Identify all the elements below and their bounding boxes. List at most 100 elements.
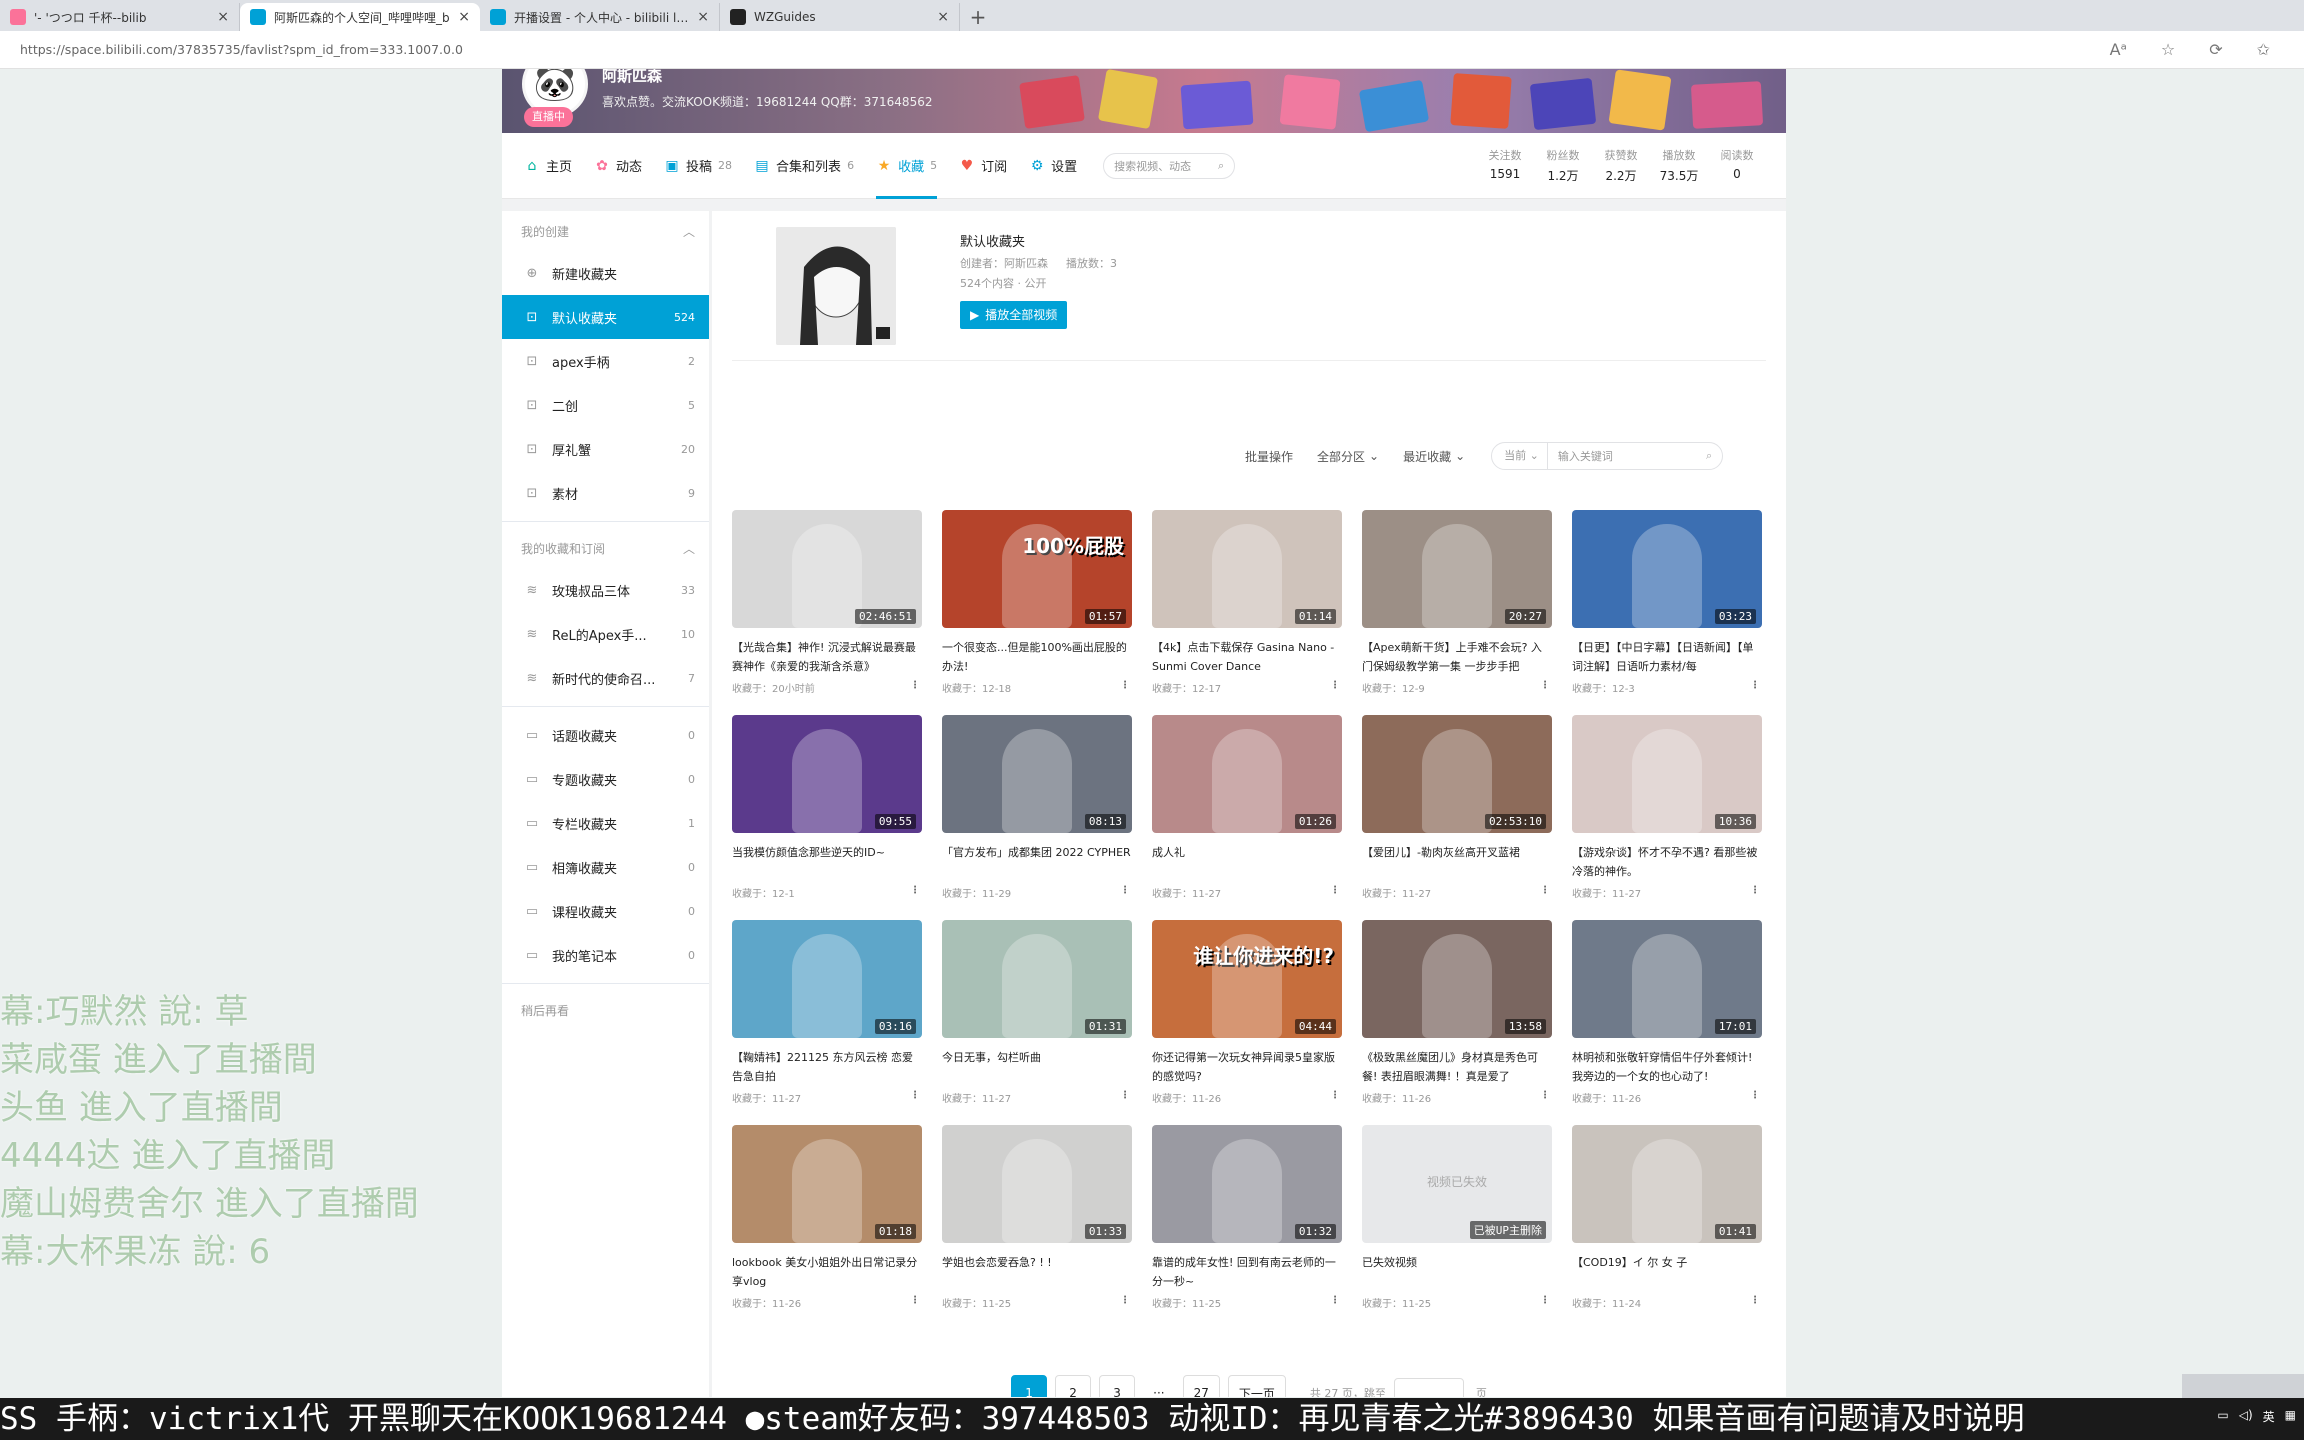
video-title[interactable]: 「官方发布」成都集团 2022 CYPHER [942, 843, 1132, 881]
video-thumbnail[interactable]: 20:27 [1362, 510, 1552, 628]
folder-cover-image[interactable] [776, 227, 896, 345]
video-card[interactable]: 10:36 【游戏杂谈】怀才不孕不遇? 看那些被冷落的神作。 收藏于：11-27 ⋮ [1572, 715, 1762, 915]
video-title[interactable]: 你还记得第一次玩女神异闻录5皇家版的感觉吗? [1152, 1048, 1342, 1086]
video-card[interactable]: 20:27 【Apex萌新干货】上手难不会玩? 入门保姆级教学第一集 一步步手把收… [1362, 510, 1552, 710]
video-title[interactable]: 靠谱的成年女性! 回到有南云老师的一分一秒~ [1152, 1253, 1342, 1291]
scope-select[interactable]: 当前 ⌄ [1492, 442, 1548, 470]
refresh-sync-icon[interactable]: ⟳ [2209, 40, 2222, 59]
video-title[interactable]: 【爱团儿】-勒肉灰丝高开叉蓝裙 [1362, 843, 1552, 881]
video-title[interactable]: 已失效视频 [1362, 1253, 1552, 1291]
video-title[interactable]: 【COD19】イ 尔 女 子 [1572, 1253, 1762, 1291]
more-options-icon[interactable]: ⋮ [1750, 680, 1760, 691]
video-thumbnail[interactable]: 01:26 [1152, 715, 1342, 833]
video-title[interactable]: 今日无事，勾栏听曲 [942, 1048, 1132, 1086]
subscribed-header[interactable]: 我的收藏和订阅 ︿ [502, 528, 709, 568]
sidebar-item[interactable]: ⊡ 二创 5 [502, 383, 709, 427]
more-options-icon[interactable]: ⋮ [1540, 1090, 1550, 1101]
video-card[interactable]: 01:33 学姐也会恋爱吞急? ! ! 收藏于：11-25 ⋮ [942, 1125, 1132, 1325]
new-tab-button[interactable]: + [960, 3, 996, 31]
video-card[interactable]: 08:13 「官方发布」成都集团 2022 CYPHER 收藏于：11-29 ⋮ [942, 715, 1132, 915]
video-thumbnail[interactable]: 01:32 [1152, 1125, 1342, 1243]
close-icon[interactable]: × [697, 9, 709, 25]
sidebar-item[interactable]: ≋ 新时代的使命召... 7 [502, 656, 709, 700]
video-thumbnail[interactable]: 视频已失效 已被UP主删除 [1362, 1125, 1552, 1243]
video-card[interactable]: 01:31 今日无事，勾栏听曲 收藏于：11-27 ⋮ [942, 920, 1132, 1120]
folder-creator[interactable]: 创建者：阿斯匹森 [960, 255, 1048, 271]
more-options-icon[interactable]: ⋮ [910, 885, 920, 896]
video-thumbnail[interactable]: 01:41 [1572, 1125, 1762, 1243]
video-title[interactable]: 【游戏杂谈】怀才不孕不遇? 看那些被冷落的神作。 [1572, 843, 1762, 881]
sidebar-item[interactable]: ▭ 话题收藏夹 0 [502, 713, 709, 757]
sidebar-item[interactable]: ▭ 我的笔记本 0 [502, 933, 709, 977]
video-card[interactable]: 02:46:51 【光哉合集】神作! 沉浸式解说最赛最赛神作《亲爱的我渐含杀意》收… [732, 510, 922, 710]
search-icon[interactable]: ⌕ [1706, 449, 1712, 463]
video-thumbnail[interactable]: 02:46:51 [732, 510, 922, 628]
space-search-input[interactable]: 搜索视频、动态 ⌕ [1103, 152, 1236, 179]
video-card[interactable]: 视频已失效 已被UP主删除 已失效视频 收藏于：11-25 ⋮ [1362, 1125, 1552, 1325]
more-options-icon[interactable]: ⋮ [910, 1090, 920, 1101]
video-card[interactable]: 谁让你进来的!? 04:44 你还记得第一次玩女神异闻录5皇家版的感觉吗? 收藏于：1… [1152, 920, 1342, 1120]
video-card[interactable]: 09:55 当我模仿颜值念那些逆天的ID~ 收藏于：12-1 ⋮ [732, 715, 922, 915]
more-options-icon[interactable]: ⋮ [1750, 1090, 1760, 1101]
video-title[interactable]: 当我模仿颜值念那些逆天的ID~ [732, 843, 922, 881]
page-button[interactable]: 3 [1099, 1375, 1136, 1397]
video-title[interactable]: 林明祯和张敬轩穿情侣牛仔外套倾计! 我旁边的一个女的也心动了! [1572, 1048, 1762, 1086]
tab-dynamic[interactable]: ✿ 动态 [594, 133, 642, 199]
video-thumbnail[interactable]: 谁让你进来的!? 04:44 [1152, 920, 1342, 1038]
url-field[interactable]: https://space.bilibili.com/37835735/favl… [20, 42, 2110, 57]
favorite-star-icon[interactable]: ☆ [2161, 40, 2175, 59]
tab-subscribe[interactable]: ♥ 订阅 [959, 133, 1007, 199]
more-options-icon[interactable]: ⋮ [1330, 1295, 1340, 1306]
browser-tab[interactable]: 开播设置 - 个人中心 - bilibili link × [480, 3, 720, 31]
sidebar-item[interactable]: ▭ 课程收藏夹 0 [502, 889, 709, 933]
zone-select[interactable]: 全部分区 ⌄ [1317, 448, 1379, 465]
more-options-icon[interactable]: ⋮ [1330, 680, 1340, 691]
video-card[interactable]: 17:01 林明祯和张敬轩穿情侣牛仔外套倾计! 我旁边的一个女的也心动了! 收藏于：… [1572, 920, 1762, 1120]
browser-tab[interactable]: WZGuides × [720, 3, 960, 31]
more-options-icon[interactable]: ⋮ [1750, 885, 1760, 896]
sidebar-item[interactable]: ▭ 专题收藏夹 0 [502, 757, 709, 801]
video-thumbnail[interactable]: 01:33 [942, 1125, 1132, 1243]
video-title[interactable]: 成人礼 [1152, 843, 1342, 881]
video-title[interactable]: 学姐也会恋爱吞急? ! ! [942, 1253, 1132, 1291]
stat-item[interactable]: 关注数 1591 [1476, 147, 1534, 184]
video-thumbnail[interactable]: 01:31 [942, 920, 1132, 1038]
video-thumbnail[interactable]: 02:53:10 [1362, 715, 1552, 833]
video-thumbnail[interactable]: 03:16 [732, 920, 922, 1038]
collapse-icon[interactable]: ︿ [683, 540, 695, 557]
my-created-header[interactable]: 我的创建 ︿ [502, 211, 709, 251]
more-options-icon[interactable]: ⋮ [1120, 885, 1130, 896]
sidebar-item[interactable]: ⊡ 默认收藏夹 524 [502, 295, 709, 339]
stat-item[interactable]: 获赞数 2.2万 [1592, 147, 1650, 184]
more-options-icon[interactable]: ⋮ [1120, 1090, 1130, 1101]
more-options-icon[interactable]: ⋮ [910, 680, 920, 691]
close-icon[interactable]: × [217, 9, 229, 25]
watch-later-link[interactable]: 稍后再看 [502, 990, 709, 1030]
collapse-icon[interactable]: ︿ [683, 223, 695, 240]
video-thumbnail[interactable]: 01:14 [1152, 510, 1342, 628]
tab-upload[interactable]: ▣ 投稿 28 [664, 133, 732, 199]
more-options-icon[interactable]: ⋮ [1540, 680, 1550, 691]
video-title[interactable]: 【日更】【中日字幕】【日语新闻】【单词注解】日语听力素材/每 [1572, 638, 1762, 676]
next-page-button[interactable]: 下一页 [1227, 1375, 1286, 1397]
video-title[interactable]: 《极致黑丝魔团儿》身材真是秀色可餐! 表扭眉眼满舞! ！真是爱了 [1362, 1048, 1552, 1086]
more-options-icon[interactable]: ⋮ [1750, 1295, 1760, 1306]
video-thumbnail[interactable]: 08:13 [942, 715, 1132, 833]
video-title[interactable]: 【Apex萌新干货】上手难不会玩? 入门保姆级教学第一集 一步步手把 [1362, 638, 1552, 676]
tab-favorite[interactable]: ★ 收藏 5 [876, 133, 938, 199]
more-options-icon[interactable]: ⋮ [1330, 1090, 1340, 1101]
video-thumbnail[interactable]: 100%屁股 01:57 [942, 510, 1132, 628]
video-card[interactable]: 03:23 【日更】【中日字幕】【日语新闻】【单词注解】日语听力素材/每 收藏于：1… [1572, 510, 1762, 710]
keyword-input[interactable]: 输入关键词 [1548, 448, 1706, 464]
more-options-icon[interactable]: ⋮ [1120, 1295, 1130, 1306]
sidebar-item[interactable]: ⊡ apex手柄 2 [502, 339, 709, 383]
tab-collection[interactable]: ▤ 合集和列表 6 [754, 133, 854, 199]
stat-item[interactable]: 粉丝数 1.2万 [1534, 147, 1592, 184]
video-title[interactable]: 【鞠婧祎】221125 东方风云榜 恋爱告急自拍 [732, 1048, 922, 1086]
favorites-bar-icon[interactable]: ✩ [2257, 40, 2270, 59]
new-folder-button[interactable]: ⊕ 新建收藏夹 [502, 251, 709, 295]
page-button[interactable]: 1 [1011, 1375, 1048, 1397]
video-title[interactable]: 一个很变态...但是能100%画出屁股的办法! [942, 638, 1132, 676]
play-all-button[interactable]: ▶ 播放全部视频 [960, 301, 1068, 329]
more-options-icon[interactable]: ⋮ [1330, 885, 1340, 896]
